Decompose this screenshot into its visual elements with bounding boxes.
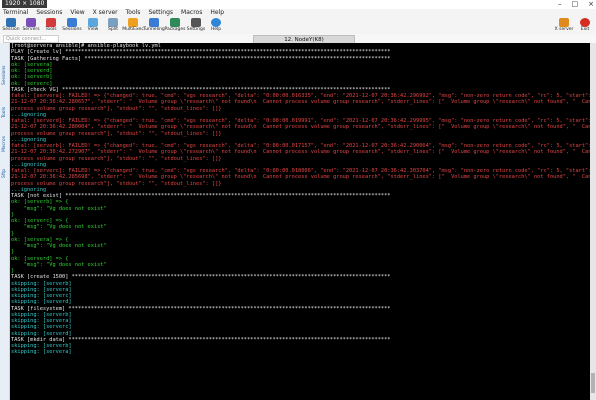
left-sidebar: Sessions Tools Macros Sftp bbox=[0, 43, 10, 400]
exit-button[interactable]: Exit bbox=[574, 18, 596, 34]
maximize-button[interactable]: □ bbox=[572, 0, 579, 9]
servers-button[interactable]: Servers bbox=[20, 18, 42, 34]
help-button[interactable]: Help bbox=[205, 18, 227, 34]
window-title: 1920 × 1080 bbox=[2, 0, 48, 8]
multiexec-button[interactable]: MultiExec bbox=[122, 18, 144, 34]
packages-button[interactable]: Packages bbox=[164, 18, 186, 34]
sidebar-tab-tools[interactable]: Tools bbox=[0, 99, 9, 125]
tunneling-icon bbox=[149, 18, 159, 27]
terminal-line: 21-12-07 20:36:42.285698", "stderr": " V… bbox=[11, 174, 591, 181]
power-icon bbox=[580, 18, 590, 27]
terminal-line: 21-12-07 20:36:42.280657", "stderr": " V… bbox=[11, 99, 591, 106]
servers-icon bbox=[26, 18, 36, 27]
terminal-line: 21-12-07 20:36:42.280004", "stderr": " V… bbox=[11, 124, 591, 131]
tools-button[interactable]: Tools bbox=[40, 18, 62, 34]
title-bar: 1920 × 1080 – □ × bbox=[0, 0, 596, 9]
menu-help[interactable]: Help bbox=[209, 9, 225, 17]
close-button[interactable]: × bbox=[588, 0, 594, 9]
split-icon bbox=[108, 18, 118, 27]
main-toolbar: Session Servers Tools Sessions View Spli… bbox=[0, 17, 596, 35]
x-server-button[interactable]: X server bbox=[553, 18, 575, 34]
session-button[interactable]: Session bbox=[0, 18, 22, 34]
menu-macros[interactable]: Macros bbox=[180, 9, 203, 17]
split-button[interactable]: Split bbox=[102, 18, 124, 34]
x-server-icon bbox=[559, 18, 569, 27]
settings-button[interactable]: Settings bbox=[185, 18, 207, 34]
multiexec-icon bbox=[128, 18, 138, 27]
minimize-button[interactable]: – bbox=[558, 0, 562, 9]
menu-bar: Terminal Sessions View X server Tools Se… bbox=[0, 9, 596, 17]
sidebar-tab-sessions[interactable]: Sessions bbox=[0, 55, 9, 95]
sidebar-tab-macros[interactable]: Macros bbox=[0, 129, 9, 159]
menu-tools[interactable]: Tools bbox=[125, 9, 142, 17]
sessions-icon bbox=[67, 18, 77, 27]
packages-icon bbox=[170, 18, 180, 27]
view-button[interactable]: View bbox=[82, 18, 104, 34]
menu-x-server[interactable]: X server bbox=[92, 9, 119, 17]
tools-icon bbox=[46, 18, 56, 27]
scrollbar-thumb[interactable] bbox=[591, 373, 595, 393]
tunneling-button[interactable]: Tunneling bbox=[143, 18, 165, 34]
terminal-line: 21-12-07 20:36:42.272907", "stderr": " V… bbox=[11, 149, 591, 156]
gear-icon bbox=[191, 18, 201, 27]
menu-view[interactable]: View bbox=[69, 9, 85, 17]
menu-settings[interactable]: Settings bbox=[147, 9, 174, 17]
view-icon bbox=[88, 18, 98, 27]
terminal-line: skipping: [servera] bbox=[11, 349, 72, 356]
sessions-button[interactable]: Sessions bbox=[61, 18, 83, 34]
session-icon bbox=[6, 18, 16, 27]
help-icon bbox=[211, 18, 221, 27]
sidebar-tab-sftp[interactable]: Sftp bbox=[0, 163, 9, 185]
menu-sessions[interactable]: Sessions bbox=[35, 9, 63, 17]
menu-terminal[interactable]: Terminal bbox=[2, 9, 29, 17]
window-controls: – □ × bbox=[558, 0, 594, 9]
terminal-scrollbar[interactable] bbox=[590, 43, 596, 400]
terminal-output[interactable]: [root@servera ansible]# ansible-playbook… bbox=[10, 43, 591, 400]
quick-connect-input[interactable]: Quick connect... bbox=[3, 35, 59, 43]
